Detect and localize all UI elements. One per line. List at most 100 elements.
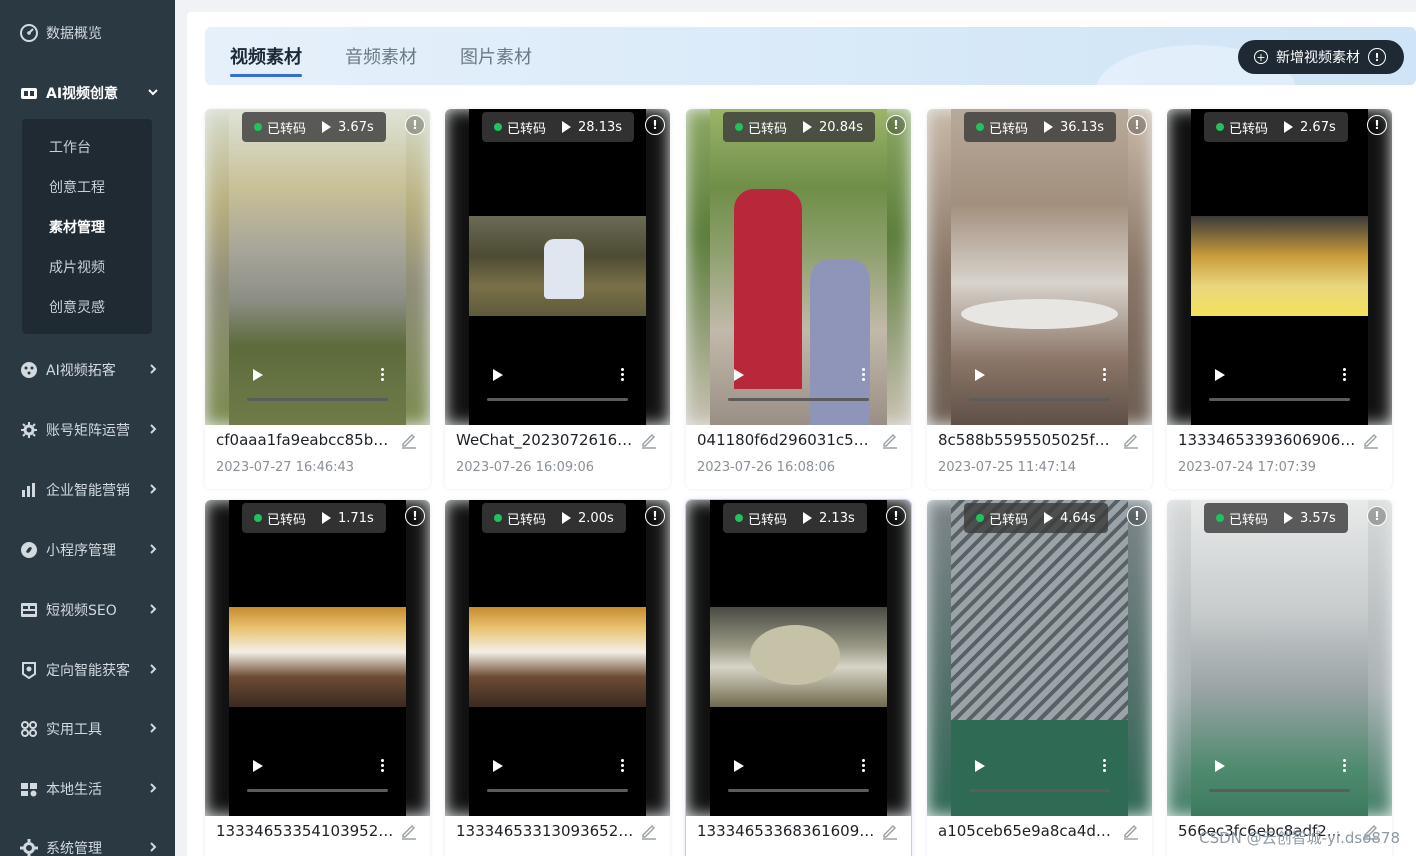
- play-icon[interactable]: [1215, 369, 1225, 381]
- sidebar-item-tools[interactable]: 实用工具: [0, 709, 175, 749]
- video-player[interactable]: [1191, 500, 1368, 816]
- video-progress-bar[interactable]: [247, 789, 388, 792]
- material-card[interactable]: 已转码 4.64s! a105ceb65e9a8ca4d1...: [927, 500, 1152, 856]
- edit-pencil-icon[interactable]: [881, 431, 899, 449]
- video-progress-bar[interactable]: [728, 789, 869, 792]
- video-progress-bar[interactable]: [247, 398, 388, 401]
- video-progress-bar[interactable]: [969, 789, 1110, 792]
- edit-pencil-icon[interactable]: [640, 431, 658, 449]
- info-icon[interactable]: !: [405, 506, 425, 526]
- more-options-icon[interactable]: [381, 367, 384, 381]
- sidebar-item-settings[interactable]: 系统管理: [0, 828, 175, 856]
- more-options-icon[interactable]: [862, 758, 865, 772]
- submenu-item-material-management[interactable]: 素材管理: [49, 217, 105, 237]
- material-card[interactable]: 已转码 2.00s! 13334653313093652....: [445, 500, 670, 856]
- play-icon[interactable]: [253, 760, 263, 772]
- more-options-icon[interactable]: [1343, 758, 1346, 772]
- info-icon[interactable]: !: [886, 115, 906, 135]
- info-icon[interactable]: !: [405, 115, 425, 135]
- sidebar-item-dashboard[interactable]: 数据概览: [0, 13, 175, 53]
- submenu-item-creative-project[interactable]: 创意工程: [49, 177, 105, 197]
- video-thumbnail[interactable]: 已转码 2.67s!: [1167, 109, 1392, 425]
- more-options-icon[interactable]: [1103, 758, 1106, 772]
- video-thumbnail[interactable]: 已转码 36.13s!: [927, 109, 1152, 425]
- material-card[interactable]: 已转码 3.67s! cf0aaa1fa9eabcc85b8... 2023-07-2…: [205, 109, 430, 489]
- edit-pencil-icon[interactable]: [400, 822, 418, 840]
- play-icon[interactable]: [975, 369, 985, 381]
- more-options-icon[interactable]: [621, 367, 624, 381]
- material-card[interactable]: 已转码 20.84s! 041180f6d296031c56... 2023-07-2…: [686, 109, 911, 489]
- video-thumbnail[interactable]: 已转码 3.67s!: [205, 109, 430, 425]
- sidebar-item-seo[interactable]: 短视频SEO: [0, 590, 175, 630]
- more-options-icon[interactable]: [1103, 367, 1106, 381]
- video-thumbnail[interactable]: 已转码 2.13s!: [686, 500, 911, 816]
- edit-pencil-icon[interactable]: [881, 822, 899, 840]
- video-progress-bar[interactable]: [1209, 789, 1350, 792]
- video-player[interactable]: [229, 109, 406, 425]
- info-icon[interactable]: !: [1127, 506, 1147, 526]
- edit-pencil-icon[interactable]: [640, 822, 658, 840]
- video-player[interactable]: [951, 109, 1128, 425]
- video-progress-bar[interactable]: [1209, 398, 1350, 401]
- video-player[interactable]: [469, 500, 646, 816]
- play-icon[interactable]: [734, 369, 744, 381]
- submenu-item-workbench[interactable]: 工作台: [49, 137, 91, 157]
- info-icon[interactable]: !: [1368, 48, 1386, 66]
- material-card[interactable]: 已转码 36.13s! 8c588b5595505025fd... 2023-07-2…: [927, 109, 1152, 489]
- tab-audio-material[interactable]: 音频素材: [345, 43, 417, 69]
- more-options-icon[interactable]: [1343, 367, 1346, 381]
- more-options-icon[interactable]: [621, 758, 624, 772]
- edit-pencil-icon[interactable]: [1122, 431, 1140, 449]
- sidebar-item-local-life[interactable]: 本地生活: [0, 769, 175, 809]
- play-icon[interactable]: [1215, 760, 1225, 772]
- play-icon[interactable]: [493, 760, 503, 772]
- video-progress-bar[interactable]: [969, 398, 1110, 401]
- edit-pencil-icon[interactable]: [1362, 431, 1380, 449]
- video-player[interactable]: [229, 500, 406, 816]
- video-progress-bar[interactable]: [487, 789, 628, 792]
- sidebar-item-acquire[interactable]: AI视频拓客: [0, 350, 175, 390]
- play-icon[interactable]: [734, 760, 744, 772]
- sidebar-item-ai-video-create[interactable]: AI视频创意: [0, 73, 175, 113]
- play-icon[interactable]: [493, 369, 503, 381]
- info-icon[interactable]: !: [645, 506, 665, 526]
- video-thumbnail[interactable]: 已转码 1.71s!: [205, 500, 430, 816]
- tab-video-material[interactable]: 视频素材: [230, 43, 302, 69]
- sidebar-item-target[interactable]: 定向智能获客: [0, 650, 175, 690]
- edit-pencil-icon[interactable]: [1122, 822, 1140, 840]
- material-card[interactable]: 已转码 2.67s! 13334653393606906.... 2023-07-24…: [1167, 109, 1392, 489]
- material-card[interactable]: 已转码 2.13s! 13334653368361609....: [686, 500, 911, 856]
- video-player[interactable]: [710, 109, 887, 425]
- play-icon[interactable]: [975, 760, 985, 772]
- more-options-icon[interactable]: [862, 367, 865, 381]
- play-icon[interactable]: [253, 369, 263, 381]
- more-options-icon[interactable]: [381, 758, 384, 772]
- video-thumbnail[interactable]: 已转码 28.13s!: [445, 109, 670, 425]
- material-card[interactable]: 已转码 3.57s! 566ec3fc6ebc8adf2...: [1167, 500, 1392, 856]
- video-thumbnail[interactable]: 已转码 4.64s!: [927, 500, 1152, 816]
- info-icon[interactable]: !: [1367, 115, 1387, 135]
- material-card[interactable]: 已转码 1.71s! 13334653354103952....: [205, 500, 430, 856]
- tab-image-material[interactable]: 图片素材: [460, 43, 532, 69]
- sidebar-item-miniprogram[interactable]: 小程序管理: [0, 530, 175, 570]
- video-player[interactable]: [469, 109, 646, 425]
- add-video-material-button[interactable]: + 新增视频素材 !: [1238, 40, 1404, 74]
- video-player[interactable]: [1191, 109, 1368, 425]
- video-player[interactable]: [951, 500, 1128, 816]
- info-icon[interactable]: !: [645, 115, 665, 135]
- submenu-item-creative-inspiration[interactable]: 创意灵感: [49, 297, 105, 317]
- edit-pencil-icon[interactable]: [400, 431, 418, 449]
- video-player[interactable]: [710, 500, 887, 816]
- sidebar-item-matrix[interactable]: 账号矩阵运营: [0, 410, 175, 450]
- video-thumbnail[interactable]: 已转码 3.57s!: [1167, 500, 1392, 816]
- info-icon[interactable]: !: [1127, 115, 1147, 135]
- submenu-item-finished-videos[interactable]: 成片视频: [49, 257, 105, 277]
- info-icon[interactable]: !: [886, 506, 906, 526]
- video-progress-bar[interactable]: [728, 398, 869, 401]
- video-thumbnail[interactable]: 已转码 20.84s!: [686, 109, 911, 425]
- material-card[interactable]: 已转码 28.13s! WeChat_20230726160... 2023-07-2…: [445, 109, 670, 489]
- video-thumbnail[interactable]: 已转码 2.00s!: [445, 500, 670, 816]
- video-progress-bar[interactable]: [487, 398, 628, 401]
- sidebar-item-marketing[interactable]: 企业智能营销: [0, 470, 175, 510]
- info-icon[interactable]: !: [1367, 506, 1387, 526]
